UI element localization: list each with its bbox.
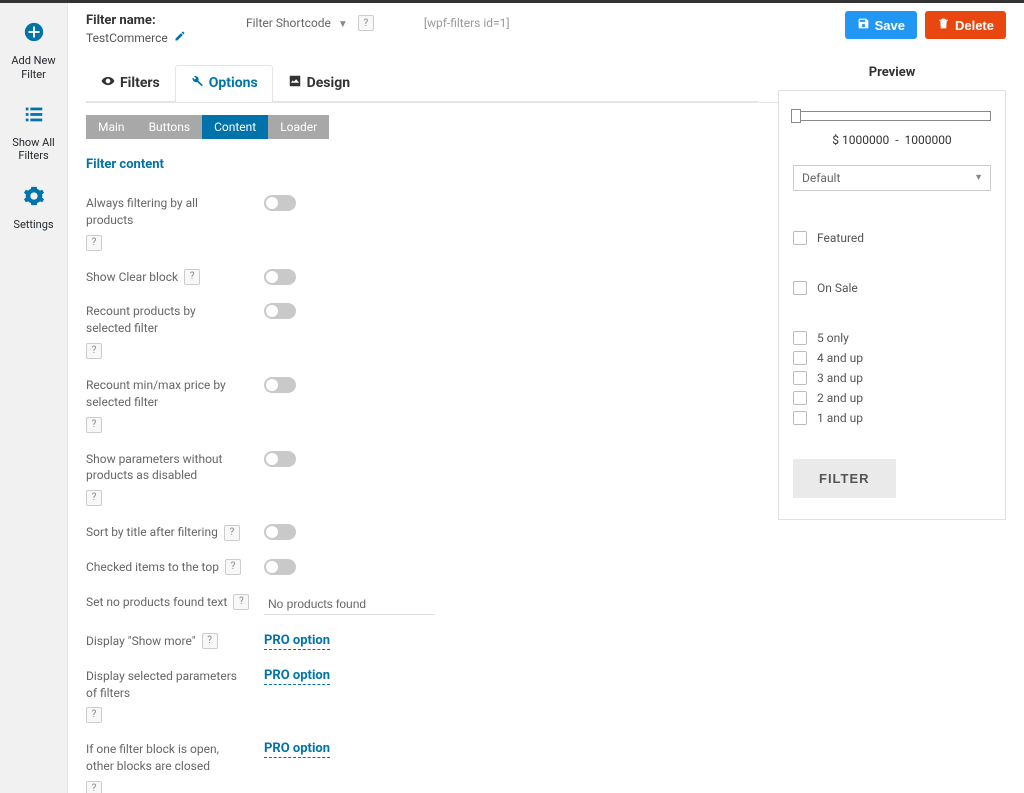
toggle-show-clear[interactable] [264,269,296,285]
shortcode-dropdown[interactable]: Filter Shortcode ▼ [246,16,348,30]
image-icon [288,74,302,92]
sidebar-item-label: Show All Filters [12,136,54,162]
help-icon[interactable]: ? [184,269,200,285]
checkbox-rating-5[interactable] [793,331,807,345]
checkbox-rating-2[interactable] [793,391,807,405]
price-range-slider[interactable] [793,111,991,121]
opt-label: Show parameters without products as disa… [86,451,238,485]
preview-column: Preview $ 1000000 - 1000000 Default Feat… [778,65,1006,793]
opt-label: Recount min/max price by selected filter [86,377,238,411]
opt-label: Recount products by selected filter [86,303,238,337]
filter-button[interactable]: FILTER [793,459,896,498]
plus-circle-icon [4,21,63,50]
checkbox-label: 2 and up [817,391,863,405]
toggle-params-disabled[interactable] [264,451,296,467]
help-icon[interactable]: ? [86,490,102,506]
gear-icon [4,185,63,214]
opt-label: Display "Show more" [86,633,196,650]
toggle-recount-minmax[interactable] [264,377,296,393]
help-icon[interactable]: ? [86,343,102,359]
range-handle-low[interactable] [791,109,801,123]
sidebar-item-label: Settings [13,218,53,231]
toggle-recount-products[interactable] [264,303,296,319]
save-icon [857,17,870,33]
opt-label: If one filter block is open, other block… [86,741,238,775]
help-icon[interactable]: ? [233,594,249,610]
subtab-main[interactable]: Main [86,115,137,139]
checkbox-on-sale[interactable] [793,281,807,295]
chevron-down-icon: ▼ [338,19,348,30]
sidebar-add-new-filter[interactable]: Add New Filter [0,11,67,93]
help-icon[interactable]: ? [225,559,241,575]
subtab-content[interactable]: Content [202,115,268,139]
checkbox-featured[interactable] [793,231,807,245]
sidebar-show-all-filters[interactable]: Show All Filters [0,93,67,175]
tab-design[interactable]: Design [273,65,365,102]
help-icon[interactable]: ? [358,15,374,31]
checkbox-label: 1 and up [817,411,863,425]
toggle-sort-title[interactable] [264,524,296,540]
opt-label: Set no products found text [86,594,227,611]
checkbox-label: On Sale [817,281,858,295]
sidebar: Add New Filter Show All Filters Settings [0,3,68,793]
pro-option-link[interactable]: PRO option [264,741,330,758]
subtab-buttons[interactable]: Buttons [137,115,203,139]
tab-filters[interactable]: Filters [86,65,175,102]
trash-icon [937,17,950,33]
help-icon[interactable]: ? [224,525,240,541]
checkbox-label: 4 and up [817,351,863,365]
no-products-input[interactable] [264,594,434,615]
filter-name-label: Filter name: [86,13,236,28]
checkbox-label: 5 only [817,331,849,345]
sub-tabs: Main Buttons Content Loader [86,115,758,139]
options-column: Filters Options Design [68,51,778,793]
opt-label: Sort by title after filtering [86,524,218,541]
delete-button[interactable]: Delete [925,11,1006,39]
shortcode-value: [wpf-filters id=1] [424,16,510,30]
tab-options[interactable]: Options [175,65,273,102]
sidebar-item-label: Add New Filter [11,54,55,80]
preview-select-default[interactable]: Default [793,165,991,191]
checkbox-rating-3[interactable] [793,371,807,385]
opt-label: Checked items to the top [86,559,219,576]
help-icon[interactable]: ? [86,235,102,251]
toggle-checked-top[interactable] [264,559,296,575]
checkbox-rating-4[interactable] [793,351,807,365]
checkbox-label: 3 and up [817,371,863,385]
range-values: $ 1000000 - 1000000 [793,133,991,147]
toggle-always-all[interactable] [264,195,296,211]
subtab-loader[interactable]: Loader [268,115,329,139]
sidebar-settings[interactable]: Settings [0,175,67,244]
main-tabs: Filters Options Design [86,65,758,102]
save-button[interactable]: Save [845,11,917,39]
checkbox-label: Featured [817,231,864,245]
opt-label: Show Clear block [86,269,178,286]
pencil-icon[interactable] [174,30,186,45]
help-icon[interactable]: ? [86,781,102,793]
section-title: Filter content [86,157,758,172]
opt-label: Display selected parameters of filters [86,668,238,702]
filter-name-value: TestCommerce [86,31,168,45]
top-bar: Filter name: TestCommerce Filter Shortco… [68,3,1024,51]
help-icon[interactable]: ? [86,417,102,433]
help-icon[interactable]: ? [86,707,102,723]
preview-box: $ 1000000 - 1000000 Default Featured On … [778,90,1006,520]
eye-icon [101,74,115,92]
wrench-icon [190,74,204,92]
main-panel: Filter name: TestCommerce Filter Shortco… [68,3,1024,793]
help-icon[interactable]: ? [202,633,218,649]
checkbox-rating-1[interactable] [793,411,807,425]
list-icon [4,103,63,132]
pro-option-link[interactable]: PRO option [264,633,330,650]
preview-title: Preview [778,65,1006,90]
opt-label: Always filtering by all products [86,195,238,229]
pro-option-link[interactable]: PRO option [264,668,330,685]
